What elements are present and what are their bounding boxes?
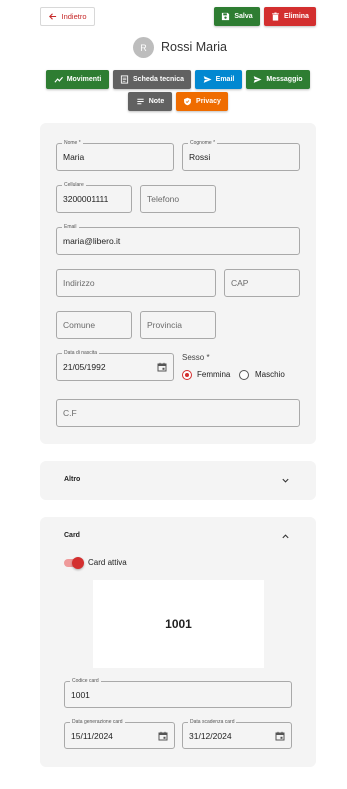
data-generazione-value: 15/11/2024 bbox=[71, 730, 113, 741]
messaggio-label: Messaggio bbox=[266, 76, 303, 83]
chart-line-icon bbox=[54, 76, 63, 83]
scheda-tecnica-label: Scheda tecnica bbox=[133, 76, 184, 83]
card-active-toggle[interactable] bbox=[64, 557, 84, 569]
data-scadenza-label: Data scadenza card bbox=[188, 719, 237, 726]
data-nascita-field[interactable]: Data di nascita 21/05/1992 bbox=[56, 350, 174, 381]
radio-maschio[interactable] bbox=[239, 370, 249, 380]
card-preview-number: 1001 bbox=[165, 617, 192, 631]
data-scadenza-field[interactable]: Data scadenza card 31/12/2024 bbox=[182, 719, 292, 749]
save-button-label: Salva bbox=[234, 13, 253, 20]
provincia-placeholder: Provincia bbox=[147, 320, 182, 330]
email-label: Email bbox=[62, 224, 79, 231]
telefono-placeholder: Telefono bbox=[147, 194, 180, 204]
save-icon bbox=[222, 12, 230, 21]
comune-placeholder: Comune bbox=[63, 320, 96, 330]
maschio-label: Maschio bbox=[255, 370, 285, 379]
card-active-label: Card attiva bbox=[88, 558, 127, 567]
altro-accordion[interactable]: Altro bbox=[40, 461, 316, 500]
altro-title: Altro bbox=[64, 476, 81, 483]
cognome-label: Cognome * bbox=[188, 140, 218, 147]
card-preview: 1001 bbox=[93, 580, 264, 668]
codice-card-label: Codice card bbox=[70, 678, 101, 685]
notes-icon bbox=[137, 98, 144, 105]
email-field[interactable]: Email maria@libero.it bbox=[56, 224, 300, 255]
nome-value: Maria bbox=[63, 152, 85, 162]
person-name: Rossi Maria bbox=[161, 40, 227, 54]
calendar-icon[interactable] bbox=[275, 731, 285, 741]
calendar-icon[interactable] bbox=[157, 362, 167, 372]
delete-button[interactable]: Elimina bbox=[264, 7, 316, 26]
email-button[interactable]: Email bbox=[195, 70, 242, 89]
cognome-field[interactable]: Cognome * Rossi bbox=[182, 140, 300, 171]
document-icon bbox=[120, 75, 129, 84]
save-button[interactable]: Salva bbox=[214, 7, 260, 26]
radio-femmina[interactable] bbox=[182, 370, 192, 380]
card-title: Card bbox=[64, 532, 80, 539]
codice-card-value: 1001 bbox=[71, 689, 90, 700]
back-button[interactable]: Indietro bbox=[40, 7, 95, 26]
indirizzo-field[interactable]: Indirizzo bbox=[56, 269, 216, 297]
data-generazione-field[interactable]: Data generazione card 15/11/2024 bbox=[64, 719, 175, 749]
movimenti-button[interactable]: Movimenti bbox=[46, 70, 109, 89]
cf-field[interactable]: C.F bbox=[56, 399, 300, 427]
scheda-tecnica-button[interactable]: Scheda tecnica bbox=[113, 70, 191, 89]
messaggio-button[interactable]: Messaggio bbox=[246, 70, 310, 89]
calendar-icon[interactable] bbox=[158, 731, 168, 741]
note-button[interactable]: Note bbox=[128, 92, 172, 111]
cap-placeholder: CAP bbox=[231, 278, 249, 288]
telefono-field[interactable]: Telefono bbox=[140, 185, 216, 213]
arrow-left-icon bbox=[49, 13, 57, 20]
femmina-label: Femmina bbox=[197, 370, 231, 379]
email-label: Email bbox=[215, 76, 235, 83]
cellulare-label: Cellulare bbox=[62, 182, 86, 189]
data-nascita-label: Data di nascita bbox=[62, 350, 100, 357]
data-generazione-label: Data generazione card bbox=[70, 719, 125, 726]
avatar: R bbox=[133, 37, 154, 58]
email-value: maria@libero.it bbox=[63, 236, 121, 246]
avatar-initial: R bbox=[140, 42, 147, 53]
chevron-up-icon[interactable] bbox=[281, 532, 290, 541]
sesso-label: Sesso * bbox=[182, 353, 210, 362]
nome-field[interactable]: Nome * Maria bbox=[56, 140, 174, 171]
nome-label: Nome * bbox=[62, 140, 83, 147]
comune-field[interactable]: Comune bbox=[56, 311, 132, 339]
delete-button-label: Elimina bbox=[284, 13, 309, 20]
send-icon bbox=[203, 76, 212, 83]
note-label: Note bbox=[148, 98, 165, 105]
data-nascita-value: 21/05/1992 bbox=[63, 362, 106, 372]
cap-field[interactable]: CAP bbox=[224, 269, 300, 297]
privacy-label: Privacy bbox=[196, 98, 221, 105]
provincia-field[interactable]: Provincia bbox=[140, 311, 216, 339]
send-icon bbox=[254, 76, 262, 83]
shield-icon bbox=[184, 97, 191, 106]
codice-card-field[interactable]: Codice card 1001 bbox=[64, 678, 292, 708]
cf-placeholder: C.F bbox=[63, 408, 77, 418]
cognome-value: Rossi bbox=[189, 152, 211, 162]
indirizzo-placeholder: Indirizzo bbox=[63, 278, 95, 288]
data-scadenza-value: 31/12/2024 bbox=[189, 730, 232, 741]
privacy-button[interactable]: Privacy bbox=[176, 92, 228, 111]
cellulare-field[interactable]: Cellulare 3200001111 bbox=[56, 182, 132, 213]
movimenti-label: Movimenti bbox=[66, 76, 102, 83]
trash-icon bbox=[272, 12, 279, 21]
cellulare-value: 3200001111 bbox=[63, 194, 109, 204]
chevron-down-icon bbox=[282, 478, 289, 483]
toggle-thumb bbox=[72, 557, 84, 569]
back-button-label: Indietro bbox=[61, 12, 87, 21]
